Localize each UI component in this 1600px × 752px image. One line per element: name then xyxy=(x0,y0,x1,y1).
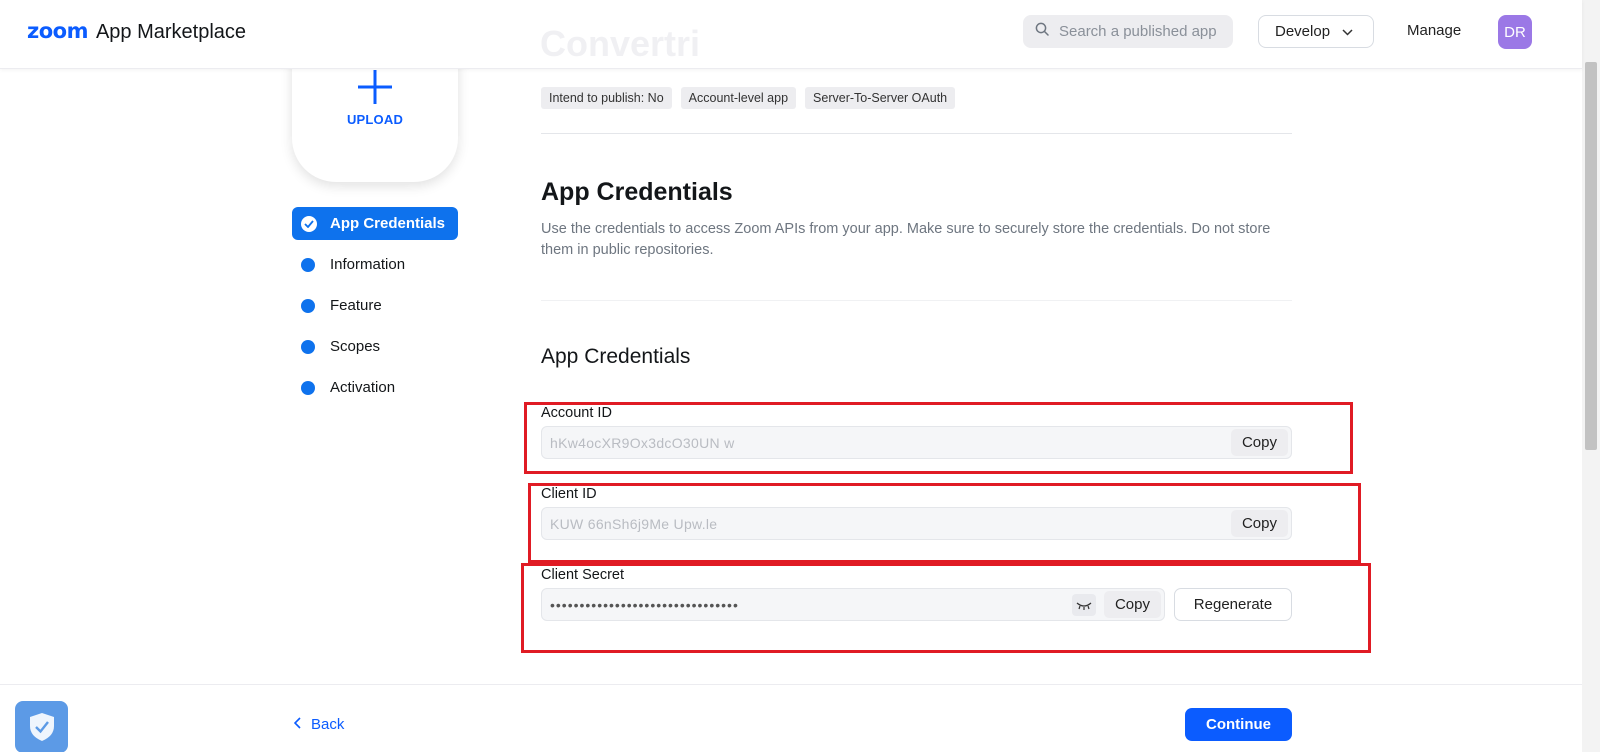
nav-item-information[interactable]: Information xyxy=(292,248,458,281)
nav-item-label: Activation xyxy=(330,379,396,396)
highlight-box-client-id xyxy=(528,483,1361,563)
step-dot-icon xyxy=(301,380,315,395)
subsection-title: App Credentials xyxy=(541,345,691,368)
continue-button[interactable]: Continue xyxy=(1185,708,1292,741)
step-dot-icon xyxy=(301,339,315,354)
develop-label: Develop xyxy=(1275,23,1331,40)
app-page: zoom App Marketplace Develop Manage DR C… xyxy=(0,0,1600,752)
app-badges: Intend to publish: No Account-level app … xyxy=(541,87,956,109)
nav-item-feature[interactable]: Feature xyxy=(292,289,458,322)
nav-item-label: Information xyxy=(330,256,406,273)
nav-item-scopes[interactable]: Scopes xyxy=(292,330,458,363)
step-dot-icon xyxy=(301,298,315,313)
divider xyxy=(541,300,1292,301)
plus-icon xyxy=(358,70,392,104)
divider xyxy=(541,133,1292,134)
logo-text: App Marketplace xyxy=(95,21,247,43)
section-title: App Credentials xyxy=(541,178,733,206)
upload-label: UPLOAD xyxy=(346,112,404,127)
nav-item-label: App Credentials xyxy=(330,215,446,232)
left-nav: App Credentials Information Feature Scop… xyxy=(292,207,458,412)
search-box[interactable] xyxy=(1023,15,1233,48)
badge-account-level: Account-level app xyxy=(680,87,797,109)
nav-item-app-credentials[interactable]: App Credentials xyxy=(292,207,458,240)
shield-check-icon[interactable] xyxy=(15,701,68,752)
search-input[interactable] xyxy=(1059,23,1229,40)
top-header: zoom App Marketplace Develop Manage DR xyxy=(0,0,1582,69)
chevron-down-icon xyxy=(1342,23,1353,40)
scrollbar-thumb[interactable] xyxy=(1585,62,1597,450)
check-circle-icon xyxy=(301,215,317,232)
highlight-box-account-id xyxy=(524,402,1353,474)
step-dot-icon xyxy=(301,257,315,272)
highlight-box-client-secret xyxy=(521,563,1371,653)
avatar[interactable]: DR xyxy=(1498,15,1532,49)
nav-item-label: Scopes xyxy=(330,338,381,355)
back-label: Back xyxy=(311,716,345,733)
search-icon xyxy=(1035,22,1049,41)
nav-item-label: Feature xyxy=(330,297,382,314)
section-description: Use the credentials to access Zoom APIs … xyxy=(541,221,1271,258)
nav-item-activation[interactable]: Activation xyxy=(292,371,458,404)
chevron-left-icon xyxy=(293,716,301,733)
app-title: Convertri xyxy=(540,23,701,64)
footer-divider xyxy=(0,684,1582,685)
manage-link[interactable]: Manage xyxy=(1407,22,1461,39)
zoom-logo[interactable]: zoom App Marketplace xyxy=(27,19,246,44)
badge-publish: Intend to publish: No xyxy=(541,87,672,109)
back-button[interactable]: Back xyxy=(293,716,345,733)
develop-dropdown[interactable]: Develop xyxy=(1258,15,1374,48)
badge-oauth-type: Server-To-Server OAuth xyxy=(805,87,956,109)
logo-brand: zoom xyxy=(27,19,88,43)
